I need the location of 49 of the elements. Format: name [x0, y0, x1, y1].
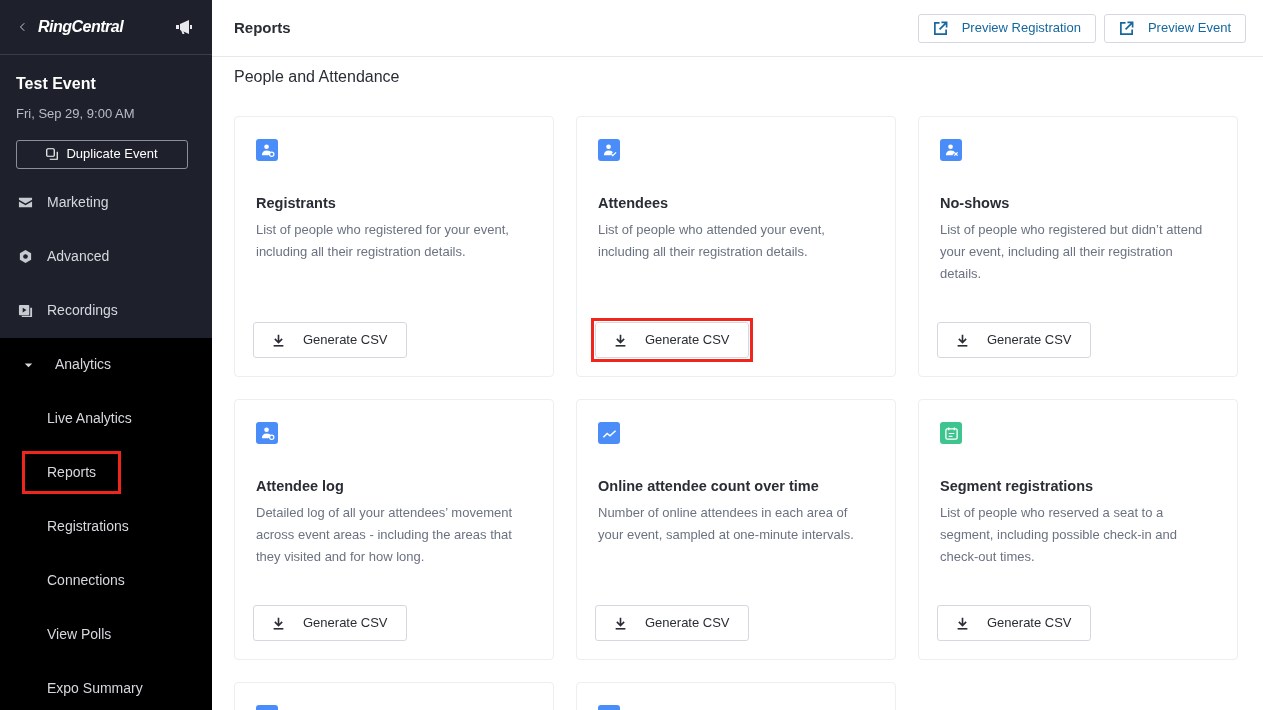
generate-csv-button[interactable]: Generate CSV: [253, 322, 407, 358]
download-icon: [956, 616, 969, 630]
duplicate-icon: [46, 148, 59, 160]
sidebar-item[interactable]: Advanced: [0, 229, 212, 284]
report-title: Attendee log: [256, 477, 345, 496]
sidebar-subitem[interactable]: Reports: [22, 451, 122, 494]
download-icon: [272, 616, 285, 630]
gear-icon: [18, 249, 33, 264]
download-icon: [614, 333, 627, 347]
sidebar-item[interactable]: Marketing: [0, 175, 212, 230]
generate-csv-button[interactable]: Generate CSV: [937, 605, 1091, 641]
event-title: Test Event: [16, 74, 97, 94]
report-description: List of people who registered for your event, including all their registration details.: [256, 220, 510, 261]
duplicate-event-button[interactable]: Duplicate Event: [16, 139, 188, 169]
preview-button[interactable]: Preview Registration: [917, 13, 1096, 43]
download-icon: [272, 333, 285, 347]
generate-csv-button[interactable]: Generate CSV: [937, 322, 1091, 358]
sidebar-item[interactable]: Analytics: [0, 337, 212, 392]
megaphone-icon[interactable]: [174, 19, 194, 35]
envelope-icon: [18, 195, 33, 210]
report-description: List of people who reserved a seat to a segment, including possible check-in and check-out times.: [940, 503, 1179, 566]
report-title: Segment registrations: [940, 477, 1095, 496]
preview-button[interactable]: Preview Event: [1103, 13, 1246, 43]
page-title: Reports: [234, 17, 291, 38]
report-title: No-shows: [940, 194, 1011, 213]
report-title: Registrants: [256, 194, 337, 213]
generate-csv-button[interactable]: Generate CSV: [253, 605, 407, 641]
sidebar-subitem[interactable]: View Polls: [22, 613, 137, 656]
video-icon: [18, 303, 33, 318]
generate-csv-button[interactable]: Generate CSV: [595, 605, 749, 641]
download-icon: [956, 333, 969, 347]
report-title: Online attendee count over time: [598, 477, 820, 496]
download-icon: [614, 616, 627, 630]
brand-logo: RingCentral: [38, 17, 124, 37]
report-title: Attendees: [598, 194, 670, 213]
report-description: List of people who attended your event, including all their registration details.: [598, 220, 826, 261]
report-description: Number of online attendees in each area of your event, sampled at one-minute intervals.: [598, 503, 855, 544]
sidebar-subitem[interactable]: Live Analytics: [22, 397, 157, 440]
event-date: Fri, Sep 29, 9:00 AM: [16, 105, 136, 123]
generate-csv-button[interactable]: Generate CSV: [595, 322, 749, 358]
report-description: List of people who registered but didn’t attend your event, including all their registration details.: [940, 220, 1204, 283]
sidebar-subitem[interactable]: Registrations: [22, 505, 154, 548]
sidebar-item[interactable]: Recordings: [0, 283, 212, 338]
sidebar-subitem[interactable]: Expo Summary: [22, 667, 168, 710]
report-description: Detailed log of all your attendees’ movement across event areas - including the areas that they visited and for how long.: [256, 503, 514, 566]
external-link-icon: [932, 20, 948, 36]
sidebar-subitem[interactable]: Connections: [22, 559, 150, 602]
section-title: People and Attendance: [234, 67, 401, 87]
external-link-icon: [1118, 20, 1134, 36]
